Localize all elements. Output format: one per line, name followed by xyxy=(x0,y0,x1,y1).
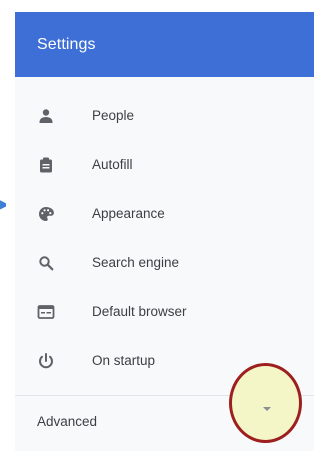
sidebar-item-label: On startup xyxy=(92,353,156,368)
sidebar-item-label: People xyxy=(92,108,135,123)
annotation-arrow-icon: ▶ xyxy=(0,197,6,211)
power-icon xyxy=(37,352,55,370)
sidebar-item-default-browser[interactable]: Default browser xyxy=(15,287,314,336)
chevron-down-icon[interactable] xyxy=(259,401,275,417)
person-icon xyxy=(37,107,55,125)
sidebar-item-appearance[interactable]: Appearance xyxy=(15,189,314,238)
sidebar-item-label: Appearance xyxy=(92,206,165,221)
page-title: Settings xyxy=(37,35,96,53)
palette-icon xyxy=(37,205,55,223)
sidebar-item-label: Autofill xyxy=(92,157,133,172)
sidebar-item-label: Default browser xyxy=(92,304,187,319)
sidebar-item-autofill[interactable]: Autofill xyxy=(15,140,314,189)
search-icon xyxy=(37,254,55,272)
sidebar-item-search-engine[interactable]: Search engine xyxy=(15,238,314,287)
settings-page: ▶ Settings People Autofill Appearance Se… xyxy=(0,0,314,451)
clipboard-icon xyxy=(37,156,55,174)
sidebar-item-label: Search engine xyxy=(92,255,180,270)
sidebar-item-people[interactable]: People xyxy=(15,91,314,140)
browser-icon xyxy=(37,303,55,321)
advanced-label: Advanced xyxy=(37,413,98,429)
settings-menu: People Autofill Appearance Search engine… xyxy=(15,77,314,385)
settings-header: Settings xyxy=(15,12,314,77)
